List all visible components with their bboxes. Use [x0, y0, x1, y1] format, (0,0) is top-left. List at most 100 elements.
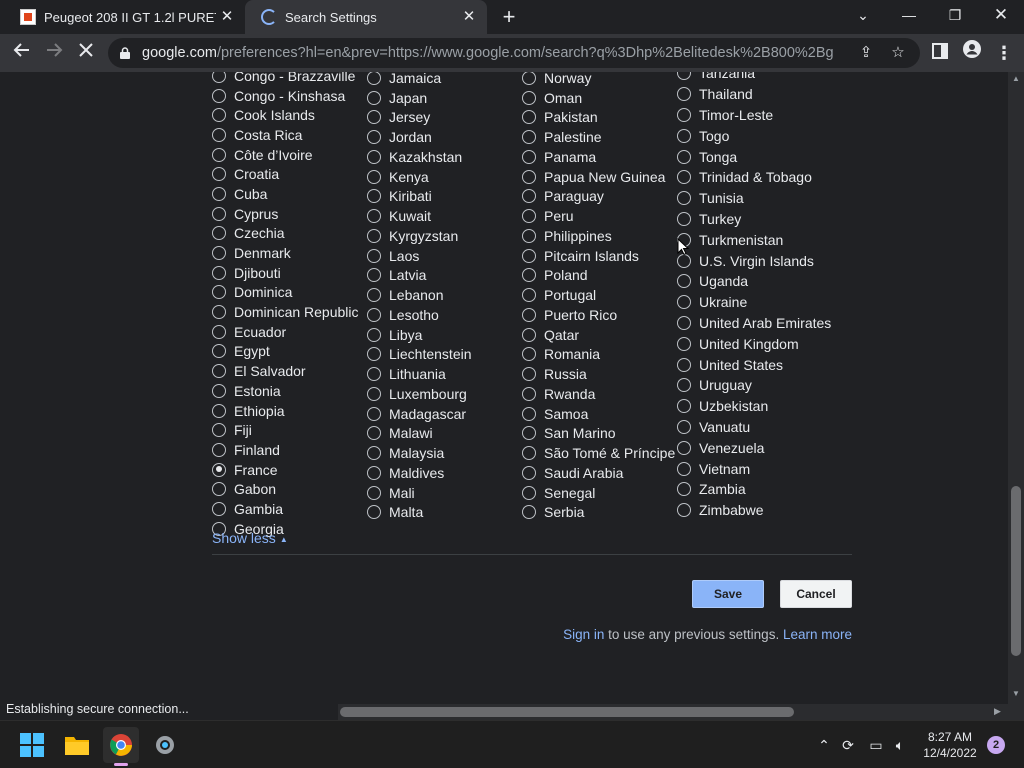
region-radio[interactable] [212, 501, 226, 516]
region-radio[interactable] [522, 130, 536, 145]
region-radio[interactable] [522, 307, 536, 322]
display-icon[interactable]: ▭ [866, 735, 886, 755]
region-radio[interactable] [212, 167, 226, 182]
region-option[interactable]: Portugal [522, 285, 682, 305]
region-option[interactable]: Togo [677, 125, 837, 146]
region-radio[interactable] [367, 149, 381, 164]
share-icon[interactable]: ⇪ [856, 43, 876, 63]
region-radio[interactable] [677, 170, 691, 185]
region-option[interactable]: Rwanda [522, 384, 682, 404]
region-radio[interactable] [212, 403, 226, 418]
region-option[interactable]: Papua New Guinea [522, 167, 682, 187]
region-option[interactable]: San Marino [522, 424, 682, 444]
region-option[interactable]: Philippines [522, 226, 682, 246]
region-radio[interactable] [212, 108, 226, 123]
cancel-button[interactable]: Cancel [780, 580, 852, 608]
region-radio[interactable] [367, 367, 381, 382]
region-option[interactable]: Jordan [367, 127, 527, 147]
region-radio[interactable] [367, 465, 381, 480]
region-option[interactable]: Cook Islands [212, 105, 372, 125]
region-radio[interactable] [677, 274, 691, 289]
region-option[interactable]: Russia [522, 364, 682, 384]
region-option[interactable]: Romania [522, 345, 682, 365]
region-option[interactable]: Cyprus [212, 204, 372, 224]
region-option[interactable]: Kuwait [367, 206, 527, 226]
region-radio[interactable] [212, 364, 226, 379]
region-option[interactable]: Tanzania [677, 72, 837, 84]
stop-loading-icon[interactable] [72, 39, 100, 67]
region-option[interactable]: Gambia [212, 499, 372, 519]
close-icon[interactable]: ✕ [219, 9, 235, 25]
region-option[interactable]: Malta [367, 503, 527, 523]
show-less-link[interactable]: Show less ▲ [212, 530, 288, 546]
region-radio[interactable] [677, 482, 691, 497]
region-option[interactable]: Fiji [212, 420, 372, 440]
region-radio[interactable] [677, 336, 691, 351]
region-radio[interactable] [522, 189, 536, 204]
region-radio[interactable] [212, 127, 226, 142]
side-panel-icon[interactable] [926, 39, 954, 67]
address-bar[interactable]: google.com/preferences?hl=en&prev=https:… [108, 38, 920, 68]
region-option[interactable]: Malawi [367, 424, 527, 444]
region-option[interactable]: Serbia [522, 503, 682, 523]
region-option[interactable]: Timor-Leste [677, 105, 837, 126]
region-radio-selected[interactable] [212, 462, 226, 477]
region-option[interactable]: Vietnam [677, 458, 837, 479]
region-option[interactable]: Kazakhstan [367, 147, 527, 167]
region-radio[interactable] [212, 285, 226, 300]
region-option[interactable]: Mali [367, 483, 527, 503]
region-option[interactable]: Palestine [522, 127, 682, 147]
region-option[interactable]: Ukraine [677, 292, 837, 313]
region-radio[interactable] [522, 465, 536, 480]
region-radio[interactable] [677, 107, 691, 122]
region-radio[interactable] [367, 268, 381, 283]
region-radio[interactable] [212, 482, 226, 497]
tab-peugeot[interactable]: Peugeot 208 II GT 1.2l PURETECH ✕ [8, 0, 245, 34]
region-option[interactable]: Qatar [522, 325, 682, 345]
region-option[interactable]: Laos [367, 246, 527, 266]
region-option[interactable]: Uruguay [677, 375, 837, 396]
region-option[interactable]: Maldives [367, 463, 527, 483]
restore-icon[interactable]: ❐ [932, 0, 978, 30]
region-radio[interactable] [212, 88, 226, 103]
region-option[interactable]: Zambia [677, 479, 837, 500]
url-text[interactable]: google.com/preferences?hl=en&prev=https:… [142, 45, 834, 61]
region-radio[interactable] [677, 461, 691, 476]
region-option[interactable]: Lebanon [367, 285, 527, 305]
region-option[interactable]: Congo - Brazzaville [212, 72, 372, 86]
region-option[interactable]: United Arab Emirates [677, 313, 837, 334]
region-radio[interactable] [522, 367, 536, 382]
region-radio[interactable] [522, 446, 536, 461]
region-option[interactable]: Djibouti [212, 263, 372, 283]
region-radio[interactable] [522, 209, 536, 224]
region-option[interactable]: Lithuania [367, 364, 527, 384]
region-option[interactable]: Panama [522, 147, 682, 167]
kebab-menu-icon[interactable]: ⋮ [990, 39, 1018, 67]
chrome-icon[interactable] [103, 727, 139, 763]
vertical-scrollbar[interactable]: ▲ ▼ [1008, 72, 1024, 704]
region-radio[interactable] [367, 386, 381, 401]
region-option[interactable]: Lesotho [367, 305, 527, 325]
lock-icon[interactable] [120, 46, 130, 59]
region-option[interactable]: Cuba [212, 184, 372, 204]
region-option[interactable]: Poland [522, 266, 682, 286]
region-radio[interactable] [677, 128, 691, 143]
minimize-icon[interactable]: — [886, 0, 932, 30]
plus-icon[interactable]: + [498, 5, 520, 29]
region-option[interactable]: France [212, 460, 372, 480]
region-option[interactable]: U.S. Virgin Islands [677, 250, 837, 271]
region-option[interactable]: Costa Rica [212, 125, 372, 145]
chevron-up-icon[interactable]: ⌃ [814, 735, 834, 755]
sync-icon[interactable]: ⟳ [838, 735, 858, 755]
region-radio[interactable] [677, 357, 691, 372]
horizontal-scrollbar[interactable]: ▶ [338, 704, 1008, 720]
profile-icon[interactable] [958, 39, 986, 67]
scroll-down-icon[interactable]: ▼ [1012, 689, 1020, 698]
region-radio[interactable] [522, 90, 536, 105]
region-option[interactable]: Ecuador [212, 322, 372, 342]
region-option[interactable]: Puerto Rico [522, 305, 682, 325]
region-radio[interactable] [212, 265, 226, 280]
region-option[interactable]: Samoa [522, 404, 682, 424]
region-radio[interactable] [677, 149, 691, 164]
region-radio[interactable] [367, 130, 381, 145]
